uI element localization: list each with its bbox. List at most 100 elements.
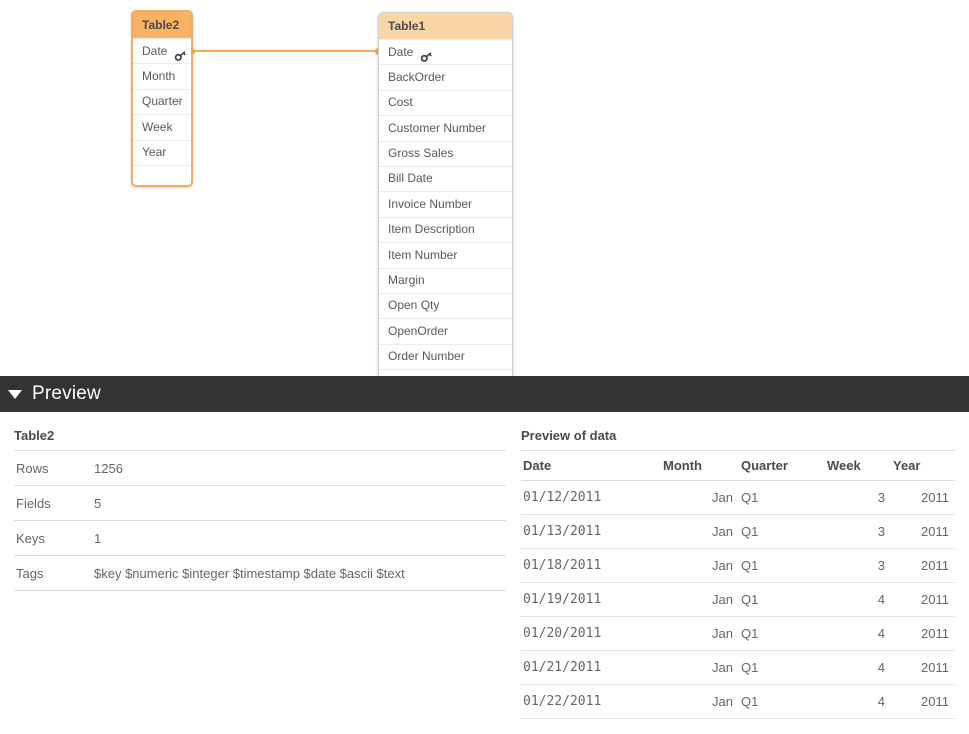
column-header-week[interactable]: Week	[825, 450, 891, 481]
cell-date: 01/22/2011	[521, 684, 661, 719]
table-field-row[interactable]: Customer Number	[379, 115, 512, 140]
field-label: Margin	[388, 273, 425, 288]
cell-date: 01/21/2011	[521, 650, 661, 685]
data-preview-table: Date Month Quarter Week Year 01/12/2011 …	[521, 450, 955, 719]
field-label: Open Qty	[388, 298, 440, 313]
cell-month: Jan	[661, 616, 739, 651]
field-label: Date	[142, 43, 168, 58]
table-field-row[interactable]: Required Delivery Date	[379, 369, 512, 376]
table-field-row[interactable]: Date	[379, 39, 512, 64]
field-label: Bill Date	[388, 171, 433, 186]
table-field-row[interactable]: Margin	[379, 267, 512, 293]
cell-quarter: Q1	[739, 514, 825, 549]
cell-date: 01/20/2011	[521, 616, 661, 651]
table-card-table2[interactable]: Table2 Date Month Quarter Week Year	[131, 10, 193, 187]
table-field-row[interactable]: Order Number	[379, 343, 512, 369]
table-row: 01/12/2011 Jan Q1 3 2011	[521, 480, 955, 515]
info-label: Rows	[14, 450, 92, 486]
table-field-row[interactable]: Bill Date	[379, 165, 512, 191]
data-model-canvas[interactable]: Table2 Date Month Quarter Week Year Tabl…	[0, 0, 969, 376]
column-header-date[interactable]: Date	[521, 450, 661, 481]
table-field-row[interactable]: Item Number	[379, 242, 512, 267]
cell-date: 01/13/2011	[521, 514, 661, 549]
table-field-row[interactable]: OpenOrder	[379, 318, 512, 343]
cell-quarter: Q1	[739, 684, 825, 719]
table-field-row[interactable]: Quarter	[133, 88, 191, 114]
field-label: Month	[142, 68, 176, 83]
table-row: Fields 5	[14, 485, 506, 521]
cell-week: 4	[825, 650, 891, 685]
cell-month: Jan	[661, 650, 739, 685]
cell-year: 2011	[891, 582, 955, 617]
cell-date: 01/12/2011	[521, 480, 661, 515]
cell-month: Jan	[661, 582, 739, 617]
table-field-row[interactable]: Cost	[379, 89, 512, 115]
info-value: 1	[92, 520, 506, 556]
table-card-title: Table1	[379, 13, 512, 39]
table-card-footer-row	[133, 164, 191, 185]
cell-week: 4	[825, 616, 891, 651]
cell-date: 01/19/2011	[521, 582, 661, 617]
cell-week: 3	[825, 480, 891, 515]
table-field-row[interactable]: Month	[133, 63, 191, 88]
table-field-row[interactable]: Gross Sales	[379, 140, 512, 166]
cell-year: 2011	[891, 684, 955, 719]
table-row: 01/21/2011 Jan Q1 4 2011	[521, 650, 955, 685]
data-preview-pane: Preview of data Date Month Quarter Week …	[521, 428, 955, 719]
column-header-year[interactable]: Year	[891, 450, 955, 481]
column-header-month[interactable]: Month	[661, 450, 739, 481]
field-label: Week	[142, 119, 173, 134]
cell-quarter: Q1	[739, 582, 825, 617]
cell-week: 4	[825, 684, 891, 719]
preview-panel-body: Table2 Rows 1256 Fields 5 Keys 1 Tags $k…	[0, 412, 969, 734]
field-label: Invoice Number	[388, 196, 473, 211]
info-label: Keys	[14, 520, 92, 556]
info-value: 1256	[92, 450, 506, 486]
table-info-pane: Table2 Rows 1256 Fields 5 Keys 1 Tags $k…	[14, 428, 506, 591]
data-model-viewer: Table2 Date Month Quarter Week Year Tabl…	[0, 0, 969, 734]
table-row: 01/22/2011 Jan Q1 4 2011	[521, 684, 955, 719]
table-header-row: Date Month Quarter Week Year	[521, 450, 955, 481]
preview-panel-header[interactable]: Preview	[0, 376, 969, 412]
cell-month: Jan	[661, 684, 739, 719]
caret-down-icon[interactable]	[8, 389, 22, 399]
association-link-line[interactable]	[190, 50, 380, 52]
table-info-table: Rows 1256 Fields 5 Keys 1 Tags $key $num…	[14, 450, 506, 591]
cell-week: 3	[825, 548, 891, 583]
cell-year: 2011	[891, 650, 955, 685]
table-field-row[interactable]: Date	[133, 38, 191, 63]
info-value: $key $numeric $integer $timestamp $date …	[92, 555, 506, 591]
field-label: Quarter	[142, 94, 183, 109]
info-label: Tags	[14, 555, 92, 591]
table-row: Rows 1256	[14, 450, 506, 486]
table-field-row[interactable]: Invoice Number	[379, 191, 512, 216]
preview-panel-title: Preview	[32, 383, 101, 404]
field-label: Item Description	[388, 222, 475, 237]
cell-quarter: Q1	[739, 548, 825, 583]
cell-month: Jan	[661, 480, 739, 515]
table-card-table1[interactable]: Table1 Date BackOrder Cost Customer Numb…	[378, 12, 513, 376]
column-header-quarter[interactable]: Quarter	[739, 450, 825, 481]
table-card-title: Table2	[133, 12, 191, 38]
table-row: 01/13/2011 Jan Q1 3 2011	[521, 514, 955, 549]
cell-week: 3	[825, 514, 891, 549]
cell-year: 2011	[891, 548, 955, 583]
field-label: Customer Number	[388, 120, 487, 135]
table-field-row[interactable]: Week	[133, 114, 191, 139]
table-row: 01/19/2011 Jan Q1 4 2011	[521, 582, 955, 617]
cell-quarter: Q1	[739, 616, 825, 651]
field-label: Item Number	[388, 247, 458, 262]
table-field-row[interactable]: Item Description	[379, 216, 512, 242]
cell-year: 2011	[891, 514, 955, 549]
table-field-row[interactable]: Year	[133, 139, 191, 165]
table-row: 01/20/2011 Jan Q1 4 2011	[521, 616, 955, 651]
table-field-row[interactable]: BackOrder	[379, 64, 512, 89]
cell-year: 2011	[891, 480, 955, 515]
table-row: Tags $key $numeric $integer $timestamp $…	[14, 555, 506, 591]
info-label: Fields	[14, 485, 92, 521]
field-label: Order Number	[388, 349, 465, 364]
cell-week: 4	[825, 582, 891, 617]
table-field-row[interactable]: Open Qty	[379, 292, 512, 318]
field-label: Cost	[388, 95, 413, 110]
data-preview-title: Preview of data	[521, 428, 617, 443]
